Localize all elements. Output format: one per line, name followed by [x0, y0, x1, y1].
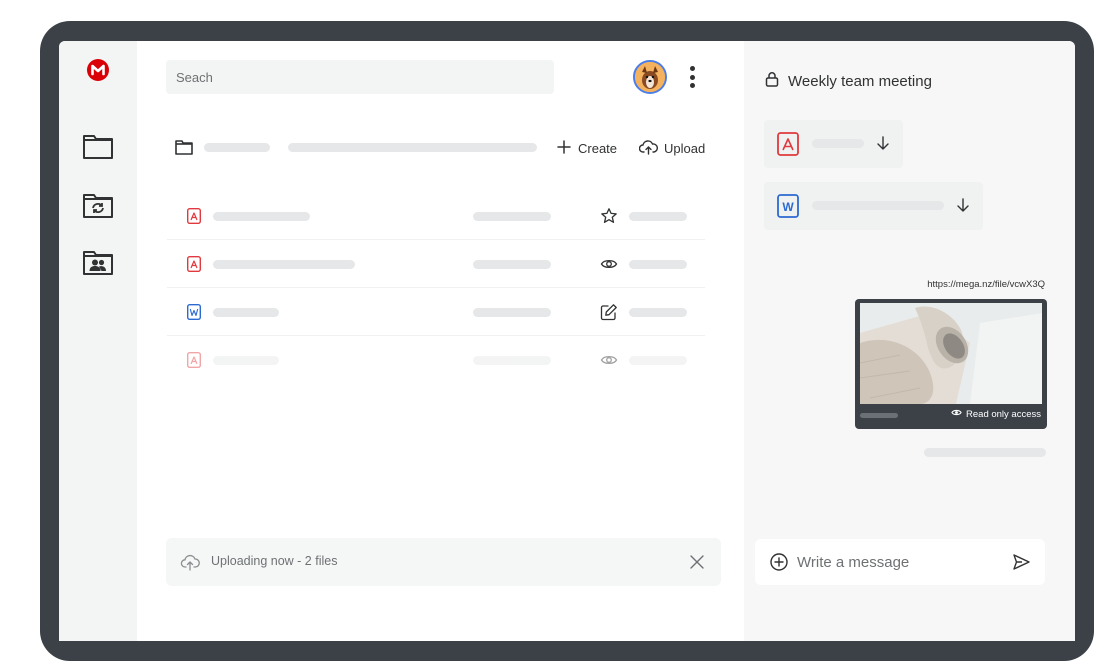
file-size-skeleton: [473, 260, 551, 269]
file-meta-skeleton: [629, 356, 687, 365]
breadcrumb-skeleton: [288, 143, 537, 152]
folder-icon: [175, 139, 193, 160]
rail-sync-button[interactable]: [81, 192, 115, 222]
word-attachment[interactable]: W: [764, 182, 983, 230]
nav-rail: [59, 41, 137, 641]
word-file-icon: [186, 303, 202, 321]
upload-button[interactable]: Upload: [638, 136, 706, 160]
upload-label: Upload: [664, 140, 706, 156]
mega-logo-icon[interactable]: [86, 58, 110, 82]
file-meta-skeleton: [629, 212, 687, 221]
svg-text:W: W: [782, 200, 794, 214]
link-preview-card[interactable]: Read only access: [855, 299, 1047, 429]
message-timestamp-skeleton: [924, 448, 1046, 457]
star-icon[interactable]: [599, 206, 619, 226]
file-row[interactable]: [167, 336, 705, 384]
pdf-attachment[interactable]: [764, 120, 903, 168]
plus-icon: [556, 139, 572, 158]
pdf-file-icon: [186, 207, 202, 225]
pdf-file-icon: [186, 351, 202, 369]
chat-title: Weekly team meeting: [788, 72, 932, 90]
preview-image: [860, 303, 1042, 404]
eye-icon: [951, 407, 962, 421]
create-label: Create: [578, 140, 618, 156]
sync-folder-icon: [82, 191, 114, 224]
file-name-skeleton: [213, 308, 279, 317]
more-options-button[interactable]: [684, 63, 700, 91]
preview-title-skeleton: [860, 413, 898, 418]
add-attachment-icon[interactable]: [769, 552, 789, 572]
file-row[interactable]: [167, 288, 705, 336]
folder-icon: [82, 132, 114, 165]
file-row[interactable]: [167, 240, 705, 288]
download-icon[interactable]: [955, 196, 971, 214]
cloud-upload-icon: [638, 139, 658, 158]
cloud-upload-icon: [180, 552, 200, 572]
read-only-badge: Read only access: [951, 407, 1041, 421]
eye-icon[interactable]: [599, 254, 619, 274]
close-icon[interactable]: [687, 552, 707, 572]
search-input[interactable]: [166, 60, 554, 94]
message-composer: [755, 539, 1045, 585]
create-button[interactable]: Create: [556, 136, 617, 160]
upload-status-text: Uploading now - 2 files: [211, 554, 338, 568]
avatar[interactable]: [633, 60, 667, 94]
rail-cloud-drive-button[interactable]: [81, 133, 115, 163]
pdf-file-icon: [777, 132, 799, 161]
upload-status-bar: Uploading now - 2 files: [166, 538, 721, 586]
read-only-label: Read only access: [966, 408, 1041, 420]
edit-icon[interactable]: [599, 302, 619, 322]
file-size-skeleton: [473, 212, 551, 221]
send-icon[interactable]: [1011, 552, 1031, 572]
message-input[interactable]: [797, 549, 997, 575]
word-file-icon: W: [777, 194, 799, 223]
app-screen: Create Upload: [59, 41, 1075, 641]
shared-folder-icon: [82, 248, 114, 281]
eye-icon[interactable]: [599, 350, 619, 370]
file-size-skeleton: [473, 356, 551, 365]
file-browser: Create Upload: [137, 41, 744, 641]
attachment-name-skeleton: [812, 201, 944, 210]
file-row[interactable]: [167, 192, 705, 240]
download-icon[interactable]: [875, 134, 891, 152]
pdf-file-icon: [186, 255, 202, 273]
shared-link[interactable]: https://mega.nz/file/vcwX3Q: [927, 279, 1045, 290]
file-name-skeleton: [213, 212, 310, 221]
file-meta-skeleton: [629, 308, 687, 317]
file-size-skeleton: [473, 308, 551, 317]
breadcrumb-skeleton: [204, 143, 270, 152]
breadcrumb: [175, 136, 715, 160]
file-name-skeleton: [213, 260, 355, 269]
attachment-name-skeleton: [812, 139, 864, 148]
rail-shared-button[interactable]: [81, 249, 115, 279]
file-meta-skeleton: [629, 260, 687, 269]
chat-header: Weekly team meeting: [765, 71, 932, 91]
lock-icon: [765, 71, 779, 91]
file-name-skeleton: [213, 356, 279, 365]
chat-panel: Weekly team meeting W https://mega.nz/fi…: [744, 41, 1075, 641]
